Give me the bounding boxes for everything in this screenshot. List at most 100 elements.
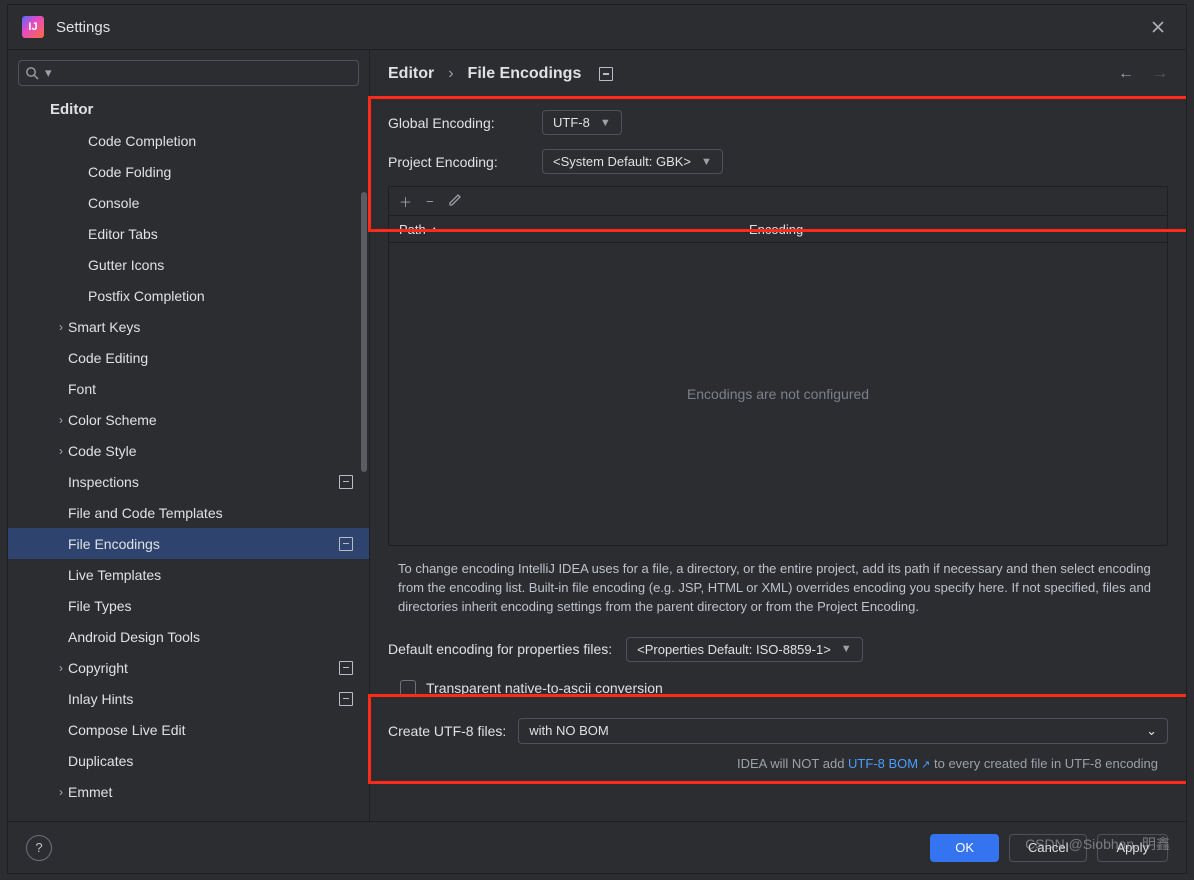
titlebar: IJ Settings <box>8 5 1186 49</box>
expander-icon: › <box>54 320 68 334</box>
checkbox-icon[interactable] <box>400 680 416 696</box>
tree-item-label: Postfix Completion <box>88 288 205 304</box>
tree-item[interactable]: ›Code Style <box>8 435 369 466</box>
apply-button[interactable]: Apply <box>1097 834 1168 862</box>
tree-item[interactable]: ›Copyright <box>8 652 369 683</box>
tree-item[interactable]: Android Design Tools <box>8 621 369 652</box>
external-link-icon: ↗ <box>918 759 930 771</box>
tree-item-label: File and Code Templates <box>68 505 223 521</box>
tree-item[interactable]: Code Folding <box>8 156 369 187</box>
tree-item[interactable]: Code Editing <box>8 342 369 373</box>
tree-item-label: Emmet <box>68 784 112 800</box>
app-icon: IJ <box>22 16 44 38</box>
search-input[interactable]: ▾ <box>18 60 359 86</box>
tree-item[interactable]: Duplicates <box>8 745 369 776</box>
tree-item-label: Inspections <box>68 474 139 490</box>
tree-item-label: Console <box>88 195 139 211</box>
tree-item[interactable]: ›Emmet <box>8 776 369 807</box>
body: ▾ Editor Code Completion Code Folding Cons… <box>8 49 1186 821</box>
tree-item-label: Font <box>68 381 96 397</box>
project-encoding-select[interactable]: <System Default: GBK> ▼ <box>542 149 723 174</box>
sidebar: ▾ Editor Code Completion Code Folding Cons… <box>8 50 370 821</box>
content: Editor › File Encodings ← → Global Encod… <box>370 50 1186 821</box>
help-button[interactable]: ? <box>26 835 52 861</box>
bom-select[interactable]: with NO BOM ⌄ <box>518 718 1168 744</box>
dialog-footer: ? OK Cancel Apply <box>8 821 1186 873</box>
tree-item[interactable]: File Types <box>8 590 369 621</box>
ascii-checkbox-row[interactable]: Transparent native-to-ascii conversion <box>370 666 1186 712</box>
project-scope-icon <box>339 661 353 675</box>
tree-item[interactable]: Inspections <box>8 466 369 497</box>
expander-icon: › <box>54 785 68 799</box>
global-encoding-label: Global Encoding: <box>388 115 528 131</box>
settings-window: IJ Settings ▾ Editor Code Completion Code… <box>7 4 1187 874</box>
tree-item[interactable]: Editor Tabs <box>8 218 369 249</box>
ascii-label: Transparent native-to-ascii conversion <box>426 680 663 696</box>
tree-item[interactable]: Gutter Icons <box>8 249 369 280</box>
col-encoding[interactable]: Encoding <box>739 222 1167 237</box>
remove-icon[interactable]: − <box>426 194 434 209</box>
tree-item-label: Color Scheme <box>68 412 157 428</box>
table-empty-text: Encodings are not configured <box>389 243 1167 545</box>
tree-item-label: Smart Keys <box>68 319 140 335</box>
window-title: Settings <box>56 19 110 36</box>
tree-item-label: Code Editing <box>68 350 148 366</box>
expander-icon: › <box>54 413 68 427</box>
chevron-down-icon: ▼ <box>600 117 611 129</box>
breadcrumb-page: File Encodings <box>468 65 582 83</box>
breadcrumb-root: Editor <box>388 65 434 83</box>
tree-item[interactable]: Font <box>8 373 369 404</box>
add-icon[interactable]: ＋ <box>399 192 412 211</box>
explain-text: To change encoding IntelliJ IDEA uses fo… <box>370 546 1186 623</box>
tree-item[interactable]: ›Smart Keys <box>8 311 369 342</box>
col-path[interactable]: Path ▴ <box>389 222 739 237</box>
tree-item-label: Gutter Icons <box>88 257 164 273</box>
global-encoding-select[interactable]: UTF-8 ▼ <box>542 110 622 135</box>
encodings-table: ＋ − Path ▴ Encoding Encodings are not co <box>388 186 1168 546</box>
project-encoding-label: Project Encoding: <box>388 154 528 170</box>
search-icon <box>25 66 39 80</box>
props-encoding-label: Default encoding for properties files: <box>388 641 612 657</box>
nav-back-icon[interactable]: ← <box>1118 65 1134 83</box>
tree-item-label: Copyright <box>68 660 128 676</box>
bom-link[interactable]: UTF-8 BOM <box>848 756 918 771</box>
expander-icon: › <box>54 444 68 458</box>
tree-item-label: File Encodings <box>68 536 160 552</box>
tree-item[interactable]: Console <box>8 187 369 218</box>
tree-item-label: Duplicates <box>68 753 133 769</box>
sort-asc-icon: ▴ <box>432 224 437 235</box>
tree-section-editor[interactable]: Editor <box>8 94 369 125</box>
breadcrumb: Editor › File Encodings ← → <box>370 50 1186 98</box>
tree-item[interactable]: Compose Live Edit <box>8 714 369 745</box>
close-icon[interactable] <box>1144 13 1172 41</box>
bom-label: Create UTF-8 files: <box>388 723 506 739</box>
chevron-down-icon: ⌄ <box>1146 723 1157 739</box>
edit-icon[interactable] <box>448 193 462 210</box>
cancel-button[interactable]: Cancel <box>1009 834 1087 862</box>
tree-item-label: File Types <box>68 598 132 614</box>
tree-item-label: Compose Live Edit <box>68 722 186 738</box>
tree-item-label: Inlay Hints <box>68 691 133 707</box>
scrollbar[interactable] <box>359 92 369 821</box>
tree-item[interactable]: Code Completion <box>8 125 369 156</box>
tree-item[interactable]: Live Templates <box>8 559 369 590</box>
props-encoding-select[interactable]: <Properties Default: ISO-8859-1> ▼ <box>626 637 863 662</box>
table-toolbar: ＋ − <box>389 187 1167 215</box>
tree-item-label: Live Templates <box>68 567 161 583</box>
tree-item-label: Code Completion <box>88 133 196 149</box>
project-scope-icon <box>339 692 353 706</box>
table-header: Path ▴ Encoding <box>389 215 1167 243</box>
tree-item[interactable]: ›Color Scheme <box>8 404 369 435</box>
tree-item-label: Code Style <box>68 443 136 459</box>
tree-item[interactable]: Inlay Hints <box>8 683 369 714</box>
tree-item-label: Editor Tabs <box>88 226 158 242</box>
tree-item[interactable]: File Encodings <box>8 528 369 559</box>
project-scope-icon <box>339 537 353 551</box>
tree-item-label: Code Folding <box>88 164 171 180</box>
settings-tree[interactable]: Editor Code Completion Code Folding Consol… <box>8 92 369 821</box>
tree-item-label: Android Design Tools <box>68 629 200 645</box>
project-scope-icon <box>339 475 353 489</box>
ok-button[interactable]: OK <box>930 834 999 862</box>
tree-item[interactable]: File and Code Templates <box>8 497 369 528</box>
tree-item[interactable]: Postfix Completion <box>8 280 369 311</box>
